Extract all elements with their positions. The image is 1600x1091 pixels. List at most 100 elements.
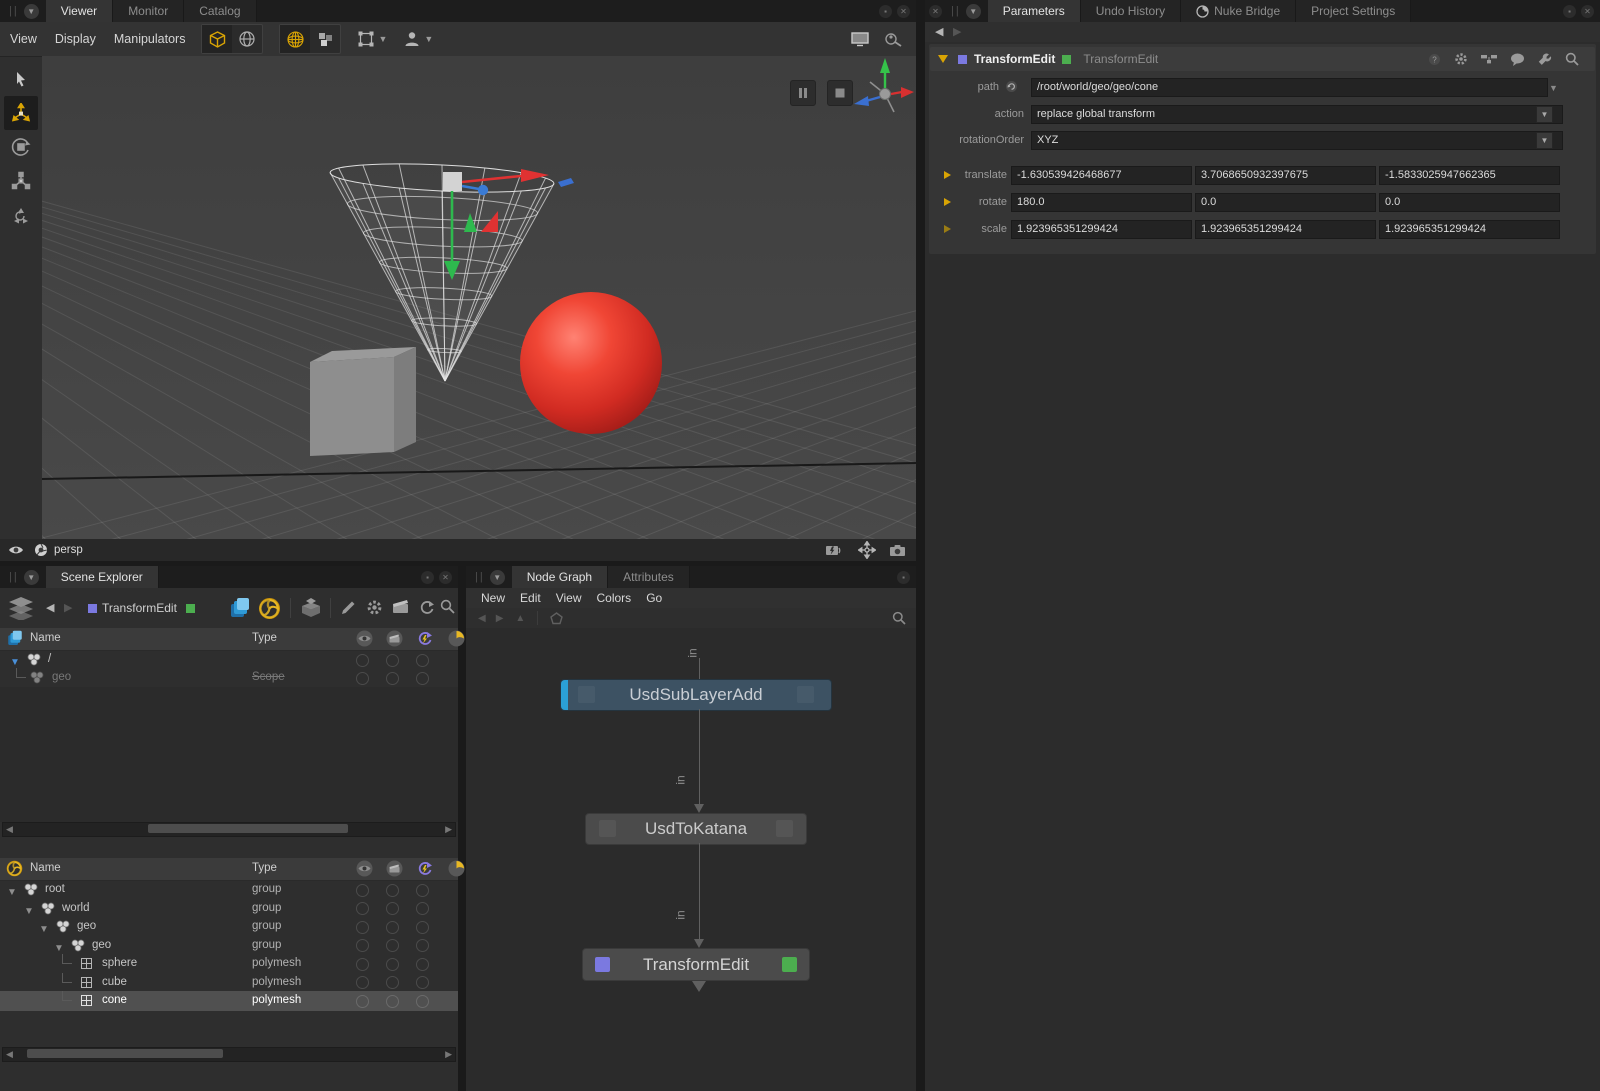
tab-viewer[interactable]: Viewer [46, 0, 113, 22]
path-input[interactable]: /root/world/geo/geo/cone [1031, 78, 1548, 97]
maximize-icon[interactable]: ▪ [1563, 5, 1576, 18]
render-toggle[interactable] [386, 939, 399, 952]
render-column-icon[interactable] [386, 630, 403, 647]
live-toggle[interactable] [416, 902, 429, 915]
cube-mesh[interactable] [310, 347, 416, 456]
chevron-down-icon[interactable]: ▼ [1549, 83, 1558, 93]
table-row[interactable]: ▼ geo group [0, 917, 458, 936]
output-port-arrow[interactable] [692, 981, 706, 992]
translate-tool-icon[interactable] [4, 96, 38, 130]
extra-column-icon[interactable] [448, 860, 465, 877]
horizontal-scrollbar[interactable]: ◀ ▶ [2, 1047, 456, 1062]
forward-arrow-button[interactable]: ▶ [953, 25, 961, 38]
layers-icon[interactable] [8, 596, 34, 620]
search-icon[interactable] [1565, 52, 1579, 66]
gear-icon[interactable] [1454, 52, 1468, 66]
selection-mode-dropdown[interactable]: ▼ [403, 30, 433, 48]
scrollbar-thumb[interactable] [148, 824, 348, 833]
table-row[interactable]: ▼ world group [0, 899, 458, 918]
comment-bubble-icon[interactable] [1510, 53, 1525, 66]
table-row[interactable]: ▼ root group [0, 880, 458, 899]
node-usdtokatana[interactable]: UsdToKatana [585, 813, 807, 845]
tab-project-settings[interactable]: Project Settings [1296, 0, 1411, 22]
render-toggle[interactable] [386, 902, 399, 915]
close-icon[interactable]: ✕ [1581, 5, 1594, 18]
table-row[interactable]: geo Scope [0, 668, 458, 687]
extra-column-icon[interactable] [448, 630, 465, 647]
live-toggle[interactable] [416, 939, 429, 952]
panel-grip[interactable]: || [9, 5, 19, 17]
visibility-toggle[interactable] [356, 976, 369, 989]
edit-pencil-icon[interactable] [340, 599, 357, 616]
visibility-toggle[interactable] [356, 884, 369, 897]
node-edit-flag-icon[interactable] [958, 55, 967, 64]
scale-z-input[interactable]: 1.923965351299424 [1379, 220, 1560, 239]
pause-button[interactable] [790, 80, 816, 106]
panel-menu-icon[interactable]: ▼ [24, 570, 39, 585]
search-icon[interactable] [892, 611, 906, 625]
tab-attributes[interactable]: Attributes [608, 566, 690, 588]
live-render-column-icon[interactable] [416, 630, 433, 647]
menu-colors[interactable]: Colors [597, 591, 632, 605]
wrench-icon[interactable] [1538, 52, 1552, 66]
render-toggle[interactable] [386, 995, 399, 1008]
node-transformedit[interactable]: TransformEdit [582, 948, 810, 981]
translate-y-input[interactable]: 3.7068650932397675 [1195, 166, 1376, 185]
menu-manipulators[interactable]: Manipulators [114, 32, 186, 46]
tiles-icon[interactable] [310, 25, 340, 53]
render-toggle[interactable] [386, 921, 399, 934]
collapse-triangle-icon[interactable] [938, 55, 948, 63]
column-header-type[interactable]: Type [252, 632, 277, 644]
node-flag-slot[interactable] [599, 820, 616, 837]
panel-grip[interactable]: || [475, 571, 485, 583]
snapshot-icon[interactable] [884, 31, 904, 47]
live-toggle[interactable] [416, 672, 429, 685]
visibility-toggle[interactable] [356, 921, 369, 934]
panel-grip[interactable]: || [951, 5, 961, 17]
panel-menu-icon[interactable]: ▼ [966, 4, 981, 19]
live-toggle[interactable] [416, 976, 429, 989]
scroll-left-arrow[interactable]: ◀ [6, 824, 13, 835]
visibility-toggle[interactable] [356, 995, 369, 1008]
maximize-icon[interactable]: ▪ [421, 571, 434, 584]
node-parameter-header[interactable]: TransformEdit TransformEdit ? [930, 47, 1595, 71]
node-flag-slot[interactable] [797, 686, 814, 703]
node-view-flag-icon[interactable] [1062, 55, 1071, 64]
table-row-selected[interactable]: cone polymesh [0, 991, 458, 1011]
table-row[interactable]: ▼ geo group [0, 936, 458, 955]
wireframe-globe-icon[interactable] [280, 25, 310, 53]
axis-gizmo[interactable] [854, 58, 914, 112]
column-header-type[interactable]: Type [252, 862, 277, 874]
node-edit-flag-icon[interactable] [595, 957, 610, 972]
action-dropdown[interactable]: replace global transform [1031, 105, 1563, 124]
scroll-left-arrow[interactable]: ◀ [6, 1049, 13, 1060]
visibility-eye-icon[interactable] [8, 544, 24, 556]
search-icon[interactable] [440, 599, 455, 614]
translate-z-input[interactable]: -1.5833025947662365 [1379, 166, 1560, 185]
visibility-toggle[interactable] [356, 939, 369, 952]
back-arrow-button[interactable]: ◀ [478, 613, 486, 624]
tab-catalog[interactable]: Catalog [184, 0, 256, 22]
translate-x-input[interactable]: -1.630539426468677 [1011, 166, 1192, 185]
up-arrow-button[interactable]: ▲ [515, 613, 525, 624]
monitor-icon[interactable] [850, 31, 870, 47]
scrollbar-thumb[interactable] [27, 1049, 223, 1058]
rotate-z-input[interactable]: 0.0 [1379, 193, 1560, 212]
menu-edit[interactable]: Edit [520, 591, 541, 605]
cone-wireframe-mesh[interactable] [329, 160, 554, 381]
forward-arrow-button[interactable]: ▶ [64, 601, 72, 614]
node-flag-slot[interactable] [776, 820, 793, 837]
live-render-column-icon[interactable] [416, 860, 433, 877]
live-toggle[interactable] [416, 958, 429, 971]
sphere-mesh[interactable] [520, 292, 662, 434]
menu-go[interactable]: Go [646, 591, 662, 605]
scale-y-input[interactable]: 1.923965351299424 [1195, 220, 1376, 239]
shaded-cube-icon[interactable] [202, 25, 232, 53]
scale-tool-icon[interactable] [4, 164, 38, 198]
globe-icon[interactable] [232, 25, 262, 53]
panel-grip[interactable]: || [9, 571, 19, 583]
visibility-toggle[interactable] [356, 654, 369, 667]
render-toggle[interactable] [386, 884, 399, 897]
column-header-name[interactable]: Name [30, 632, 61, 644]
scale-x-input[interactable]: 1.923965351299424 [1011, 220, 1192, 239]
